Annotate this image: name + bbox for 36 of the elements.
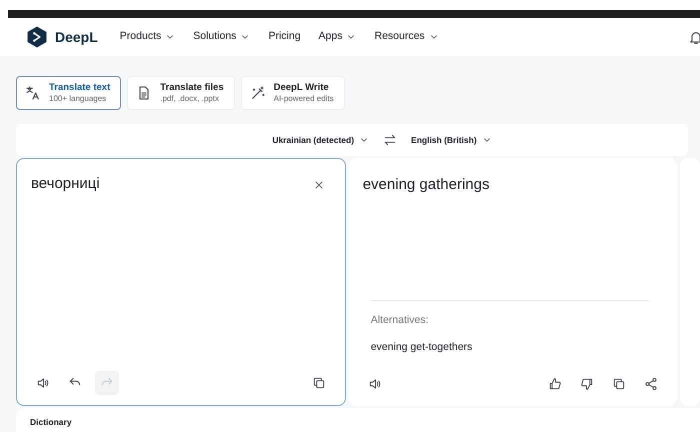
thumbs-up-icon: [548, 377, 562, 391]
alternatives-label: Alternatives:: [370, 312, 430, 328]
dictionary-title: Dictionary: [30, 416, 73, 429]
target-language-select[interactable]: English (British): [411, 134, 492, 146]
mode-title: Translate files: [160, 82, 224, 94]
source-language-select[interactable]: Ukrainian (detected): [272, 134, 370, 146]
logo-icon: [26, 25, 48, 49]
brand-name[interactable]: DeepL: [55, 26, 98, 48]
speaker-icon: [36, 376, 50, 390]
copy-icon: [612, 377, 626, 391]
thumbs-down-icon: [580, 377, 594, 391]
translate-icon: [25, 85, 41, 101]
copy-icon: [312, 376, 326, 390]
close-icon: [312, 179, 325, 191]
mode-tab[interactable]: Translate files .pdf, .docx, .pptx: [127, 76, 235, 110]
mode-tab[interactable]: DeepL Write AI-powered edits: [240, 76, 345, 110]
mode-title: Translate text: [49, 82, 110, 94]
swap-icon[interactable]: [383, 133, 398, 147]
alternative-link[interactable]: evening get-togethers: [370, 340, 472, 356]
share-icon: [644, 377, 658, 391]
source-text: вечорниці: [31, 174, 100, 194]
nav-link[interactable]: Apps: [318, 29, 356, 45]
mode-title: DeepL Write: [274, 82, 330, 94]
mode-subtitle: AI-powered edits: [274, 94, 334, 104]
nav-link[interactable]: Products: [120, 29, 176, 45]
magic-wand-icon: [250, 85, 266, 101]
nav-link[interactable]: Solutions: [193, 29, 250, 45]
mode-tab[interactable]: Translate text 100+ languages: [16, 76, 122, 110]
nav-link[interactable]: Resources: [374, 29, 439, 45]
mode-subtitle: 100+ languages: [49, 94, 108, 104]
speaker-icon: [368, 377, 382, 391]
bell-icon[interactable]: [688, 30, 700, 46]
mode-subtitle: .pdf, .docx, .pptx: [160, 94, 220, 104]
source-panel[interactable]: вечорниці: [16, 158, 346, 406]
translation-text: evening gatherings: [362, 175, 490, 195]
nav-link[interactable]: Pricing: [268, 29, 301, 45]
